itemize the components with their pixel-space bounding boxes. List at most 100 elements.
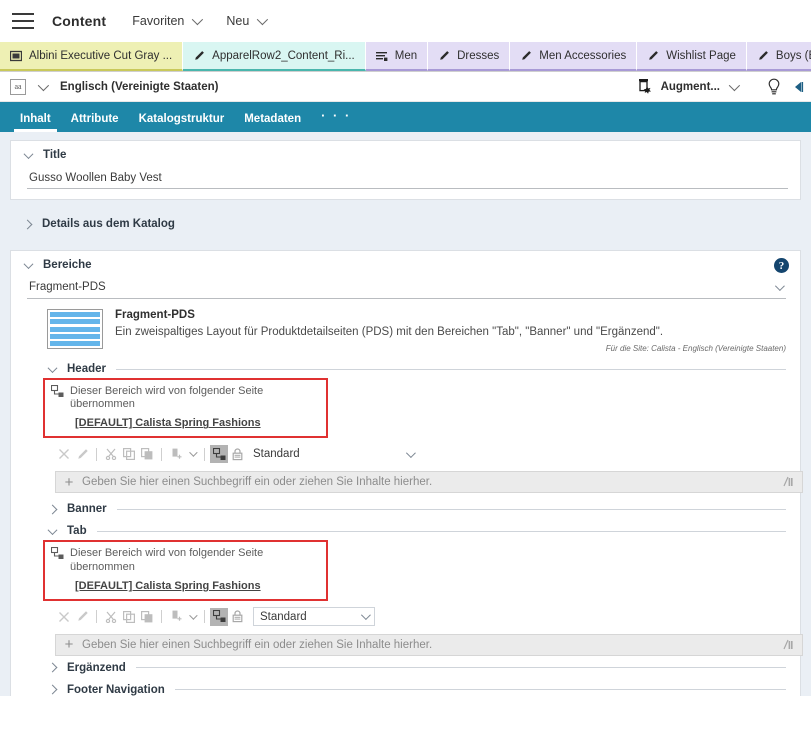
page-title: Content <box>52 13 106 29</box>
pencil-icon[interactable] <box>73 608 91 626</box>
inherited-from-page-icon[interactable] <box>210 608 228 626</box>
tab-katalogstruktur[interactable]: Katalogstruktur <box>129 113 235 132</box>
menu-favoriten[interactable]: Favoriten <box>132 14 200 28</box>
tab-attribute[interactable]: Attribute <box>61 113 129 132</box>
close-x-icon[interactable] <box>55 608 73 626</box>
resize-handle-icon[interactable] <box>780 639 802 651</box>
area-ergaenzend[interactable]: Ergänzend <box>49 662 786 674</box>
document-tab-5-label: Wishlist Page <box>666 50 736 62</box>
title-input[interactable] <box>27 170 788 189</box>
area-footer-navigation[interactable]: Footer Navigation <box>49 684 786 696</box>
area-ergaenzend-label: Ergänzend <box>67 662 126 674</box>
section-catalog-details-header[interactable]: Details aus dem Katalog <box>24 218 787 230</box>
tab-overflow-menu[interactable]: · · · <box>311 108 361 132</box>
scissors-icon[interactable] <box>102 445 120 463</box>
locale-label: Englisch (Vereinigte Staaten) <box>60 81 218 93</box>
chevron-down-icon[interactable] <box>189 449 197 457</box>
tab-metadaten[interactable]: Metadaten <box>234 113 311 132</box>
scissors-icon[interactable] <box>102 608 120 626</box>
divider <box>161 448 162 461</box>
document-tab-0[interactable]: Albini Executive Cut Gray ... <box>0 42 183 71</box>
divider <box>96 448 97 461</box>
inherited-from-page-icon[interactable] <box>210 445 228 463</box>
document-tab-2[interactable]: Men <box>366 42 428 71</box>
area-footer-navigation-label: Footer Navigation <box>67 684 165 696</box>
area-tab-inheritance-link[interactable]: [DEFAULT] Calista Spring Fashions <box>75 580 320 592</box>
lightbulb-icon[interactable] <box>767 78 781 96</box>
area-tab-inheritance-notice: Dieser Bereich wird von folgender Seite … <box>43 540 328 600</box>
chevron-down-icon[interactable] <box>189 611 197 619</box>
content-tab-strip: Inhalt Attribute Katalogstruktur Metadat… <box>0 102 811 132</box>
area-header-view-select[interactable]: Standard <box>253 448 413 460</box>
section-title-header[interactable]: Title <box>25 149 786 161</box>
fragment-layout-select[interactable]: Fragment-PDS <box>27 280 786 299</box>
chevron-down-icon <box>192 14 203 25</box>
area-tab-toolbar: Standard <box>55 607 786 627</box>
document-tab-2-label: Men <box>395 50 417 62</box>
paste-icon[interactable] <box>138 445 156 463</box>
menu-neu-label: Neu <box>226 14 249 28</box>
content-square-icon <box>10 50 22 62</box>
divider <box>175 689 786 690</box>
copy-icon[interactable] <box>120 608 138 626</box>
chevron-right-icon <box>23 219 33 229</box>
insert-content-icon[interactable] <box>167 445 185 463</box>
document-tab-4[interactable]: Men Accessories <box>510 42 637 71</box>
chevron-right-icon <box>48 504 58 514</box>
collapse-left-arrow-icon[interactable] <box>791 80 805 94</box>
section-catalog-details: Details aus dem Katalog <box>10 208 801 240</box>
hamburger-icon[interactable] <box>12 13 34 29</box>
pencil-icon[interactable] <box>73 445 91 463</box>
menu-neu[interactable]: Neu <box>226 14 265 28</box>
content-form-area: Title Details aus dem Katalog ? Bereiche… <box>0 132 811 696</box>
insert-content-icon[interactable] <box>167 608 185 626</box>
fragment-layout-value: Fragment-PDS <box>29 281 106 293</box>
help-circle-icon[interactable]: ? <box>774 258 789 273</box>
lock-icon[interactable] <box>228 445 246 463</box>
document-tab-bar: Albini Executive Cut Gray ... ApparelRow… <box>0 42 811 72</box>
area-header-inheritance-link[interactable]: [DEFAULT] Calista Spring Fashions <box>75 417 320 429</box>
area-tab-view-select[interactable]: Standard <box>253 607 375 626</box>
document-tab-6[interactable]: Boys (Boys) <box>747 42 811 71</box>
area-tab-dropzone[interactable]: + Geben Sie hier einen Suchbegriff ein o… <box>55 634 803 656</box>
area-header[interactable]: Header <box>49 363 786 375</box>
document-tab-3-label: Dresses <box>457 50 499 62</box>
page-layout-thumbnail-icon <box>47 309 103 349</box>
document-tab-3[interactable]: Dresses <box>428 42 510 71</box>
inherited-from-page-icon <box>51 547 64 560</box>
chevron-down-icon <box>257 14 268 25</box>
resize-handle-icon[interactable] <box>780 476 802 488</box>
area-header-view-value: Standard <box>253 448 300 460</box>
document-tab-1-label: ApparelRow2_Content_Ri... <box>212 50 355 62</box>
document-tab-5[interactable]: Wishlist Page <box>637 42 747 71</box>
area-header-dropzone[interactable]: + Geben Sie hier einen Suchbegriff ein o… <box>55 471 803 493</box>
locale-toolbar: aa Englisch (Vereinigte Staaten) Augment… <box>0 72 811 102</box>
chevron-down-icon <box>729 79 740 90</box>
area-header-dropzone-placeholder: Geben Sie hier einen Suchbegriff ein ode… <box>82 476 780 488</box>
lock-icon[interactable] <box>228 608 246 626</box>
area-banner[interactable]: Banner <box>49 503 786 515</box>
top-navigation-bar: Content Favoriten Neu <box>0 0 811 42</box>
language-aa-icon: aa <box>10 79 26 95</box>
section-bereiche-label: Bereiche <box>43 259 92 271</box>
plus-icon: + <box>56 474 82 491</box>
tab-inhalt[interactable]: Inhalt <box>10 113 61 132</box>
layout-description: Ein zweispaltiges Layout für Produktdeta… <box>115 326 786 338</box>
section-bereiche-header[interactable]: Bereiche <box>25 259 786 271</box>
paste-icon[interactable] <box>138 608 156 626</box>
document-tab-0-label: Albini Executive Cut Gray ... <box>29 50 172 62</box>
inherited-from-page-icon <box>51 385 64 398</box>
menu-favoriten-label: Favoriten <box>132 14 184 28</box>
copy-icon[interactable] <box>120 445 138 463</box>
chevron-down-icon <box>24 149 34 159</box>
augmentation-label: Augment... <box>661 81 720 93</box>
augmentation-icon <box>637 78 654 95</box>
augmentation-button[interactable]: Augment... <box>637 78 751 95</box>
chevron-down-icon[interactable] <box>38 79 49 90</box>
document-tab-1[interactable]: ApparelRow2_Content_Ri... <box>183 42 366 71</box>
layout-name: Fragment-PDS <box>115 309 786 321</box>
close-x-icon[interactable] <box>55 445 73 463</box>
area-tab[interactable]: Tab <box>49 525 786 537</box>
area-header-label: Header <box>67 363 106 375</box>
divider <box>117 509 786 510</box>
